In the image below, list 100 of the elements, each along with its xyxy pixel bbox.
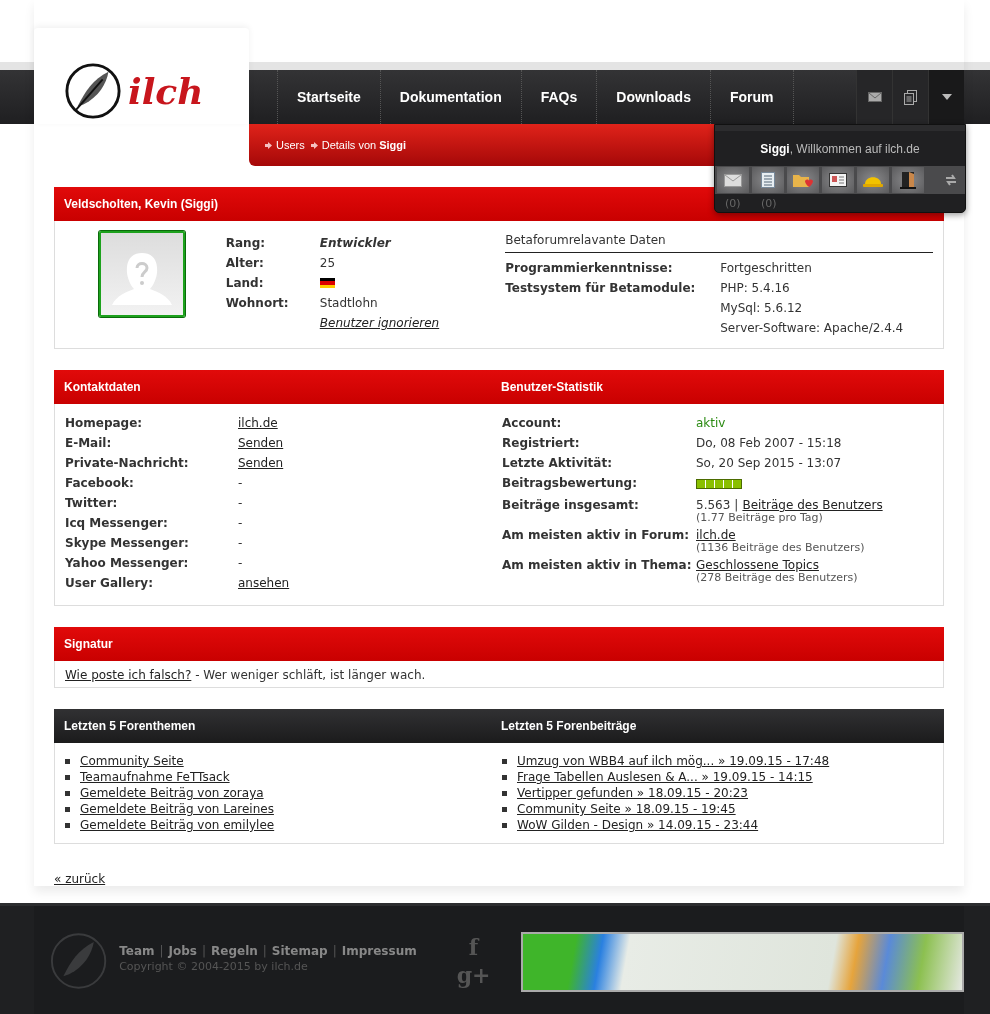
separator-text: | [332,944,337,958]
list-button[interactable] [752,167,784,193]
contact-link[interactable]: ansehen [238,576,290,590]
documents-icon [904,89,917,105]
field-label: User Gallery: [65,576,154,590]
contact-link[interactable]: ilch.de [238,416,278,430]
bullet-icon [65,806,70,812]
id-card-icon [829,173,847,187]
arrow-icon [310,141,318,149]
field-value: - [238,476,243,490]
count-label: (0) [761,196,778,210]
footer-link[interactable]: Sitemap [271,944,328,958]
topic-link[interactable]: Gemeldete Beiträg von zoraya [80,786,264,800]
list-icon [761,172,775,188]
section-title: Betaforumrelavante Daten [505,233,933,253]
field-label: Twitter: [65,496,119,510]
admin-button[interactable] [857,167,889,193]
note-text: (1.77 Beiträge pro Tag) [696,511,824,524]
field-value: Server-Software: Apache/2.4.4 [720,320,904,337]
bullet-icon [502,806,507,812]
field-value: - [238,536,243,550]
feather-logo-icon [50,932,108,990]
field-value: - [238,496,243,510]
post-link[interactable]: Frage Tabellen Auslesen & A... » 19.09.15 - 14:15 [517,770,813,784]
bullet-icon [502,790,507,796]
topic-link[interactable]: Community Seite [80,754,184,768]
topic-link[interactable]: Gemeldete Beiträg von Lareines [80,802,274,816]
bullet-icon [65,790,70,796]
field-value: Do, 08 Feb 2007 - 15:18 [696,435,842,452]
field-label: Beitragsbewertung: [502,475,638,492]
signature-text: Wie poste ich falsch? - Wer weniger schläft, ist länger wach. [65,668,426,682]
field-value: MySql: 5.6.12 [720,300,804,317]
profile-button[interactable] [822,167,854,193]
field-label: Account: [502,415,563,432]
field-value: PHP: 5.4.16 [720,280,791,297]
field-label: Skype Messenger: [65,536,190,550]
field-label: Homepage: [65,416,144,430]
field-label: Wohnort: [225,296,290,310]
ignore-user-link[interactable]: Benutzer ignorieren [319,316,440,330]
field-label: Letzte Aktivität: [502,455,613,472]
field-label: Programmierkenntnisse: [505,260,674,277]
envelope-icon [867,92,882,102]
topic-link[interactable]: Teamaufnahme FeTTsack [80,770,230,784]
field-label: Testsystem für Betamodule: [505,280,697,297]
field-label: Alter: [225,256,265,270]
separator-text: | [262,944,267,958]
note-text: (1136 Beiträge des Benutzers) [696,541,865,554]
field-label: Icq Messenger: [65,516,169,530]
thread-link[interactable]: Geschlossene Topics [696,558,819,572]
messages-button[interactable] [717,167,749,193]
field-value: 5.563 [696,498,731,512]
banner-image-placeholder[interactable] [520,932,964,992]
rank-value: Entwickler [319,236,391,250]
feather-logo-icon [64,62,122,120]
footer-link[interactable]: Regeln [211,944,258,958]
field-label: Facebook: [65,476,135,490]
field-label: E-Mail: [65,436,113,450]
messages-button[interactable] [856,70,892,124]
status-value: aktiv [696,415,726,432]
count-label: (0) [725,196,742,210]
caret-icon [941,94,952,100]
logo-text[interactable]: ilch [128,73,204,109]
field-label: Land: [225,276,265,290]
logout-button[interactable] [892,167,924,193]
notes-button[interactable] [892,70,928,124]
folder-heart-icon [793,172,813,188]
arrow-icon [265,141,272,149]
bullet-icon [65,758,70,764]
field-value: Fortgeschritten [720,260,812,277]
bullet-icon [65,774,70,780]
field-label: Am meisten aktiv in Forum: [502,527,690,544]
post-link[interactable]: Community Seite » 18.09.15 - 19:45 [517,802,736,816]
footer-link[interactable]: Team [119,944,155,958]
back-link[interactable]: « zurück [54,872,106,886]
copyright-text: Copyright © 2004-2015 by ilch.de [119,960,309,973]
topic-link[interactable]: Gemeldete Beiträg von emilylee [80,818,275,832]
field-value: - [238,556,243,570]
panel-title: Veldscholten, Kevin (Siggi) [64,197,219,211]
board-link[interactable]: ilch.de [696,528,736,542]
panel-title: Kontaktdaten [64,380,142,394]
signature-link[interactable]: Wie poste ich falsch? [65,668,192,682]
panel-title: Benutzer-Statistik [501,380,605,394]
bullet-icon [502,822,507,828]
footer-link[interactable]: Jobs [168,944,197,958]
post-link[interactable]: WoW Gilden - Design » 14.09.15 - 23:44 [517,818,759,832]
field-label: Private-Nachricht: [65,456,190,470]
post-link[interactable]: Vertipper gefunden » 18.09.15 - 20:23 [517,786,748,800]
breadcrumb-link[interactable]: Users [276,139,305,151]
contact-link[interactable]: Senden [238,456,284,470]
field-value: - [238,516,243,530]
post-link[interactable]: Umzug von WBB4 auf ilch mög... » 19.09.15 - 17:48 [517,754,830,768]
refresh-icon [945,174,957,186]
posts-link[interactable]: Beiträge des Benutzers [742,498,883,512]
footer-link[interactable]: Impressum [341,944,417,958]
field-label: Yahoo Messenger: [65,556,190,570]
field-label: Rang: [225,236,267,250]
breadcrumb-link[interactable]: Details von Siggi [321,139,407,151]
field-value: 25 [319,256,336,270]
field-value: Stadtlohn [319,296,378,310]
contact-link[interactable]: Senden [238,436,284,450]
